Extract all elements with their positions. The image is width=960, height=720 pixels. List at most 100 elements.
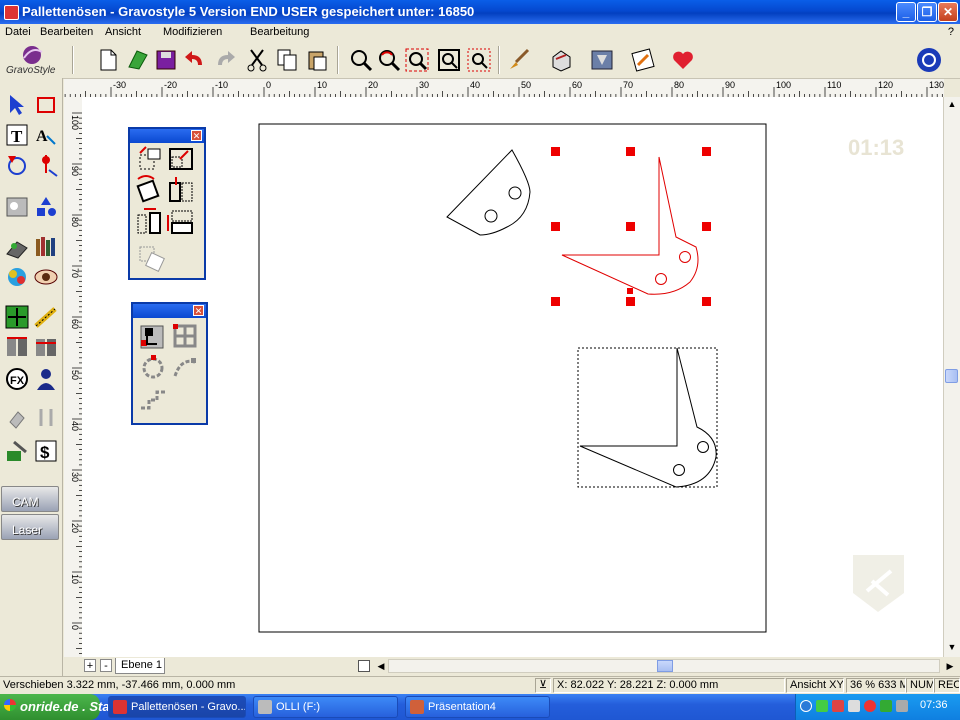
svg-text:A: A [36,128,48,145]
rectangle-select-icon[interactable] [33,92,59,118]
node-select-icon[interactable] [140,325,164,349]
measure-icon[interactable] [33,304,59,330]
help-menu[interactable]: ? [948,26,954,38]
shield-icon[interactable] [864,700,876,712]
layer-checkbox[interactable] [358,660,370,672]
security-icon[interactable] [832,700,844,712]
rotate-object-icon[interactable] [136,175,160,203]
text-tool-icon[interactable]: T [4,122,30,148]
node-grid-icon[interactable] [173,324,197,348]
library-icon[interactable] [33,234,59,260]
battery-icon[interactable] [880,700,892,712]
new-document-icon[interactable] [95,47,121,73]
gravograph-icon[interactable] [916,47,942,73]
node-curve-icon[interactable] [173,358,196,377]
mirror-object-icon[interactable] [169,177,193,202]
effects-icon[interactable]: FX [4,366,30,392]
zoom-page-icon[interactable] [436,47,462,73]
vertical-scrollbar[interactable]: ▲ ▼ [943,97,960,657]
scroll-thumb[interactable] [945,369,958,383]
brush-icon[interactable] [506,47,532,73]
taskbar-item-gravostyle[interactable]: Pallettenösen - Gravo... [108,696,246,718]
cost-icon[interactable]: $ [33,438,59,464]
symbols-icon[interactable] [33,194,59,220]
duplicate-object-icon[interactable] [139,246,165,272]
material-icon[interactable] [4,438,30,464]
shapes-icon[interactable] [4,152,30,178]
select-arrow-icon[interactable] [4,92,30,118]
redo-icon[interactable] [212,47,238,73]
close-icon[interactable]: ✕ [191,130,202,141]
scroll-up-icon[interactable]: ▲ [946,99,958,111]
align-left-icon[interactable] [4,334,30,360]
node-stairs-icon[interactable] [141,390,165,410]
paste-icon[interactable] [304,47,330,73]
minimize-button[interactable]: _ [896,2,916,22]
color-wheel-icon[interactable] [4,264,30,290]
cut-icon[interactable] [244,47,270,73]
volume-icon[interactable] [896,700,908,712]
menu-modifizieren[interactable]: Modifizieren [163,26,222,38]
menu-datei[interactable]: Datei [5,26,31,38]
horizontal-ruler[interactable]: -30 -20 -10 0 10 20 30 40 50 60 70 80 90 100 110 120 130 [64,79,944,98]
transform-palette-header[interactable]: ✕ [130,129,204,143]
v-ruler-label: 100 [70,115,80,130]
drawing-canvas[interactable]: 01:13 ✕ ✕ [82,97,943,657]
fill-tool-icon[interactable] [4,406,30,432]
scale-object-icon[interactable] [169,148,193,170]
start-button[interactable]: onride.de . Start [0,694,119,720]
cam-tab[interactable]: CAM [1,486,59,512]
align-right-icon[interactable] [33,334,59,360]
node-edit-icon[interactable] [33,152,59,178]
distribute-objects-icon[interactable] [167,210,193,234]
align-objects-icon[interactable] [137,208,161,234]
network-icon[interactable] [800,700,812,712]
print-icon[interactable] [548,47,574,73]
tray-app-icon[interactable] [816,700,828,712]
usb-icon[interactable] [848,700,860,712]
layer-tab-ebene-1[interactable]: Ebene 1 [115,658,165,674]
engrave-tool-icon[interactable] [4,234,30,260]
move-icon[interactable] [4,304,30,330]
view-indicator: Ansicht XY [786,678,844,693]
zoom-icon[interactable] [348,47,374,73]
menu-ansicht[interactable]: Ansicht [105,26,141,38]
cutter-icon[interactable] [33,406,59,432]
laser-tab[interactable]: Laser [1,514,59,540]
undo-icon[interactable] [182,47,208,73]
scroll-left-icon[interactable]: ◀ [374,659,388,673]
move-object-icon[interactable] [139,146,161,170]
close-button[interactable]: ✕ [938,2,958,22]
coord-lock-icon[interactable]: ⊻ [535,678,551,693]
maximize-button[interactable]: ❐ [917,2,937,22]
add-layer-button[interactable]: + [84,659,96,672]
taskbar-item-praesentation[interactable]: Präsentation4 [405,696,550,718]
preview-eye-icon[interactable] [33,264,59,290]
copy-icon[interactable] [274,47,300,73]
close-icon[interactable]: ✕ [193,305,204,316]
user-icon[interactable] [33,366,59,392]
horizontal-scrollbar[interactable] [388,659,940,673]
heart-icon[interactable] [670,47,696,73]
taskbar-item-olli-drive[interactable]: OLLI (F:) [253,696,398,718]
app-icon[interactable] [4,5,19,20]
h-ruler-label: -20 [164,80,177,90]
zoom-objects-icon[interactable] [466,47,492,73]
zoom-refresh-icon[interactable] [376,47,402,73]
menu-bearbeitung[interactable]: Bearbeitung [250,26,309,38]
save-icon[interactable] [153,47,179,73]
remove-layer-button[interactable]: - [100,659,112,672]
node-palette-header[interactable]: ✕ [133,304,206,318]
edit-engraving-icon[interactable] [630,47,656,73]
node-circle-icon[interactable] [142,355,164,379]
scroll-right-icon[interactable]: ▶ [943,659,957,673]
scroll-down-icon[interactable]: ▼ [946,642,958,654]
image-icon[interactable] [4,194,30,220]
engrave-machine-icon[interactable] [589,47,615,73]
open-icon[interactable] [125,47,151,73]
zoom-selection-icon[interactable] [404,47,430,73]
vertical-ruler[interactable]: 100 90 80 70 60 50 40 30 20 10 0 [64,97,83,657]
text-style-icon[interactable]: A [33,122,59,148]
h-scroll-thumb[interactable] [657,660,673,672]
menu-bearbeiten[interactable]: Bearbeiten [40,26,93,38]
